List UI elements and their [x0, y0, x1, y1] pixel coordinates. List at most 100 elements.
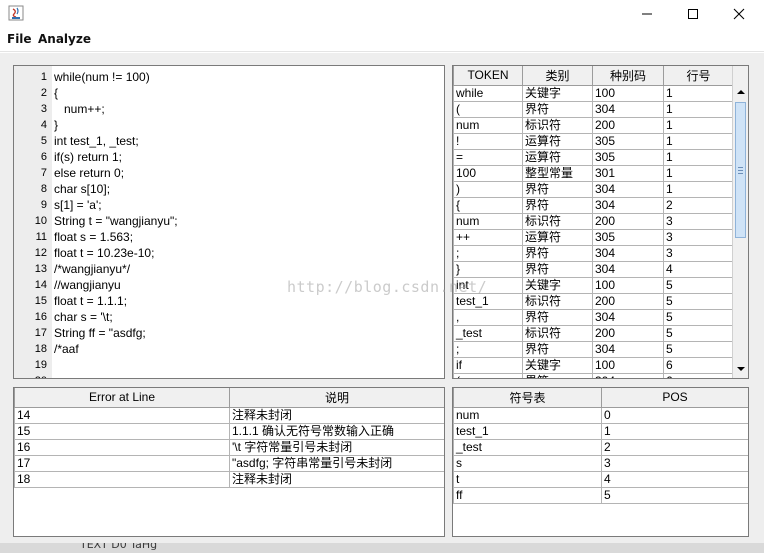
minimize-icon[interactable]: [624, 0, 670, 28]
code-line[interactable]: 11 float s = 1.563;: [14, 229, 444, 245]
error-line-column-header[interactable]: Error at Line: [14, 388, 230, 408]
token-row[interactable]: ! 运算符 305 1: [453, 132, 733, 150]
token-row[interactable]: = 运算符 305 1: [453, 148, 733, 166]
token-row[interactable]: ; 界符 304 3: [453, 244, 733, 262]
token-cell: (: [453, 100, 523, 118]
code-line[interactable]: 8 char s[10];: [14, 181, 444, 197]
token-row[interactable]: ; 界符 304 5: [453, 340, 733, 358]
code-line[interactable]: 15 float t = 1.1.1;: [14, 293, 444, 309]
symbol-pos-cell: 3: [601, 454, 748, 472]
line-cell: 6: [663, 356, 733, 374]
symbol-pos-cell: 2: [601, 438, 748, 456]
code-line[interactable]: 5 int test_1, _test;: [14, 133, 444, 149]
code-line[interactable]: 6 if(s) return 1;: [14, 149, 444, 165]
code-line[interactable]: 2{: [14, 85, 444, 101]
token-column-header[interactable]: TOKEN: [453, 66, 523, 86]
category-column-header[interactable]: 类别: [522, 66, 593, 86]
code-cell: 305: [592, 228, 664, 246]
code-column-header[interactable]: 种别码: [592, 66, 664, 86]
error-row[interactable]: 17 "asdfg; 字符串常量引号未封闭: [14, 454, 444, 472]
line-cell: 2: [663, 196, 733, 214]
token-row[interactable]: test_1 标识符 200 5: [453, 292, 733, 310]
token-row[interactable]: num 标识符 200 3: [453, 212, 733, 230]
error-row[interactable]: 18 注释未封闭: [14, 470, 444, 488]
code-line[interactable]: 10 String t = "wangjianyu";: [14, 213, 444, 229]
token-row[interactable]: 100 整型常量 301 1: [453, 164, 733, 182]
token-row[interactable]: {界符 304 2: [453, 196, 733, 214]
symbol-row[interactable]: t4: [453, 470, 748, 488]
token-row[interactable]: while 关键字 100 1: [453, 84, 733, 102]
error-row[interactable]: 14 注释未封闭: [14, 406, 444, 424]
line-cell: 6: [663, 372, 733, 378]
token-row[interactable]: if 关键字 100 6: [453, 356, 733, 374]
code-editor[interactable]: 1 while(num != 100) 2{3 num++; 4} 5 int test_…: [13, 65, 445, 379]
symbol-pos-cell: 0: [601, 406, 748, 424]
line-cell: 5: [663, 324, 733, 342]
symbol-row[interactable]: _test 2: [453, 438, 748, 456]
line-cell: 5: [663, 276, 733, 294]
token-row[interactable]: ) 界符 304 1: [453, 180, 733, 198]
token-row[interactable]: (界符 304 1: [453, 100, 733, 118]
line-number: 7: [40, 167, 47, 179]
code-text: char s[10];: [54, 182, 111, 196]
symbol-column-header[interactable]: 符号表: [453, 388, 602, 408]
line-number: 12: [34, 247, 47, 259]
description-column-header[interactable]: 说明: [229, 388, 444, 408]
category-cell: 界符: [522, 340, 593, 358]
category-cell: 运算符: [522, 148, 593, 166]
token-cell: test_1: [453, 292, 523, 310]
code-line[interactable]: 9 s[1] = 'a';: [14, 197, 444, 213]
category-cell: 关键字: [522, 84, 593, 102]
code-line[interactable]: 18 /*aaf: [14, 341, 444, 357]
token-row[interactable]: num 标识符 200 1: [453, 116, 733, 134]
symbol-row[interactable]: ff 5: [453, 486, 748, 504]
code-line[interactable]: 3 num++;: [14, 101, 444, 117]
code-line[interactable]: 17 String ff = "asdfg;: [14, 325, 444, 341]
token-table: TOKEN 类别 种别码 行号 while 关键字 100 1(界符 304 1 num 标识…: [453, 66, 733, 378]
code-text: char s = '\t;: [54, 310, 113, 324]
code-line[interactable]: 13 /*wangjianyu*/: [14, 261, 444, 277]
maximize-icon[interactable]: [670, 0, 716, 28]
scroll-down-arrow-icon[interactable]: [733, 361, 748, 377]
line-column-header[interactable]: 行号: [663, 66, 733, 86]
code-cell: 304: [592, 244, 664, 262]
token-cell: num: [453, 116, 523, 134]
window-titlebar: [0, 0, 764, 28]
menu-analyze[interactable]: Analyze: [38, 32, 91, 46]
token-cell: int: [453, 276, 523, 294]
pos-column-header[interactable]: POS: [601, 388, 748, 408]
code-line[interactable]: 20: [14, 373, 444, 378]
code-cell: 304: [592, 180, 664, 198]
menu-file[interactable]: File: [7, 32, 32, 46]
code-line[interactable]: 16 char s = '\t;: [14, 309, 444, 325]
token-row[interactable]: , 界符 304 5: [453, 308, 733, 326]
token-row[interactable]: int 关键字 100 5: [453, 276, 733, 294]
token-row[interactable]: } 界符 304 4: [453, 260, 733, 278]
symbol-row[interactable]: test_1 1: [453, 422, 748, 440]
code-line[interactable]: 7 else return 0;: [14, 165, 444, 181]
error-row[interactable]: 16 '\t 字符常量引号未封闭: [14, 438, 444, 456]
token-row[interactable]: ++ 运算符 305 3: [453, 228, 733, 246]
scroll-up-arrow-icon[interactable]: [733, 84, 748, 100]
line-number: 14: [34, 279, 47, 291]
code-cell: 200: [592, 212, 664, 230]
symbol-row[interactable]: s3: [453, 454, 748, 472]
code-text: }: [54, 118, 59, 132]
code-line[interactable]: 4}: [14, 117, 444, 133]
close-icon[interactable]: [716, 0, 762, 28]
error-row[interactable]: 15 1.1.1 确认无符号常数输入正确: [14, 422, 444, 440]
token-row[interactable]: _test 标识符 200 5: [453, 324, 733, 342]
code-line[interactable]: 12 float t = 10.23e-10;: [14, 245, 444, 261]
code-cell: 200: [592, 116, 664, 134]
symbol-row[interactable]: num 0: [453, 406, 748, 424]
line-number: 10: [34, 215, 47, 227]
token-table-scrollbar[interactable]: [732, 66, 748, 378]
scrollbar-thumb[interactable]: [735, 102, 746, 238]
code-cell: 304: [592, 308, 664, 326]
code-line[interactable]: 14 //wangjianyu: [14, 277, 444, 293]
code-cell: 100: [592, 84, 664, 102]
code-line[interactable]: 19: [14, 357, 444, 373]
token-row[interactable]: (界符3046: [453, 372, 733, 378]
code-line[interactable]: 1 while(num != 100): [14, 69, 444, 85]
token-cell: !: [453, 132, 523, 150]
